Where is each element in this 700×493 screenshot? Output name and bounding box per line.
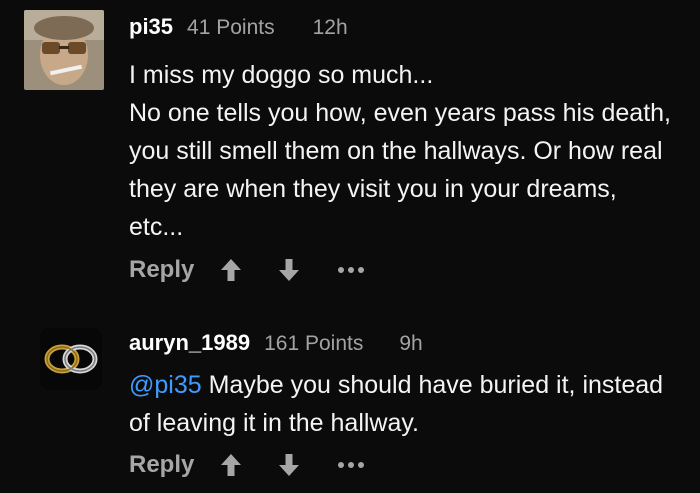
upvote-arrow-icon[interactable]	[218, 257, 244, 283]
timestamp: 9h	[399, 332, 423, 355]
comment-text-line: I miss my doggo so much...	[129, 61, 434, 89]
upvote-arrow-icon[interactable]	[218, 452, 244, 478]
reply-button[interactable]: Reply	[129, 256, 194, 284]
comment-meta: auryn_1989 161 Points 9h	[129, 330, 423, 356]
timestamp: 12h	[312, 16, 348, 39]
avatar[interactable]	[24, 10, 104, 90]
username[interactable]: auryn_1989	[129, 330, 250, 356]
comment-text-line: No one tells you how, even years pass hi…	[129, 99, 671, 241]
comment-text-line: @pi35 Maybe you should have buried it, i…	[129, 366, 674, 442]
avatar[interactable]	[40, 328, 102, 390]
comment-text: Maybe you should have buried it, instead…	[129, 371, 664, 437]
user-mention-link[interactable]: @pi35	[129, 371, 202, 399]
comment-body: @pi35 Maybe you should have buried it, i…	[129, 366, 674, 442]
comment-actions: Reply	[129, 253, 365, 287]
comment-meta: pi35 41 Points 12h	[129, 14, 348, 40]
points-count: 161 Points	[264, 332, 364, 355]
reply-button[interactable]: Reply	[129, 451, 194, 479]
downvote-arrow-icon[interactable]	[276, 257, 302, 283]
more-options-icon[interactable]	[338, 452, 365, 478]
comment-actions: Reply	[129, 448, 365, 482]
more-options-icon[interactable]	[338, 257, 365, 283]
comment-body: I miss my doggo so much... No one tells …	[129, 56, 674, 246]
username[interactable]: pi35	[129, 14, 173, 40]
points-count: 41 Points	[187, 16, 275, 39]
downvote-arrow-icon[interactable]	[276, 452, 302, 478]
